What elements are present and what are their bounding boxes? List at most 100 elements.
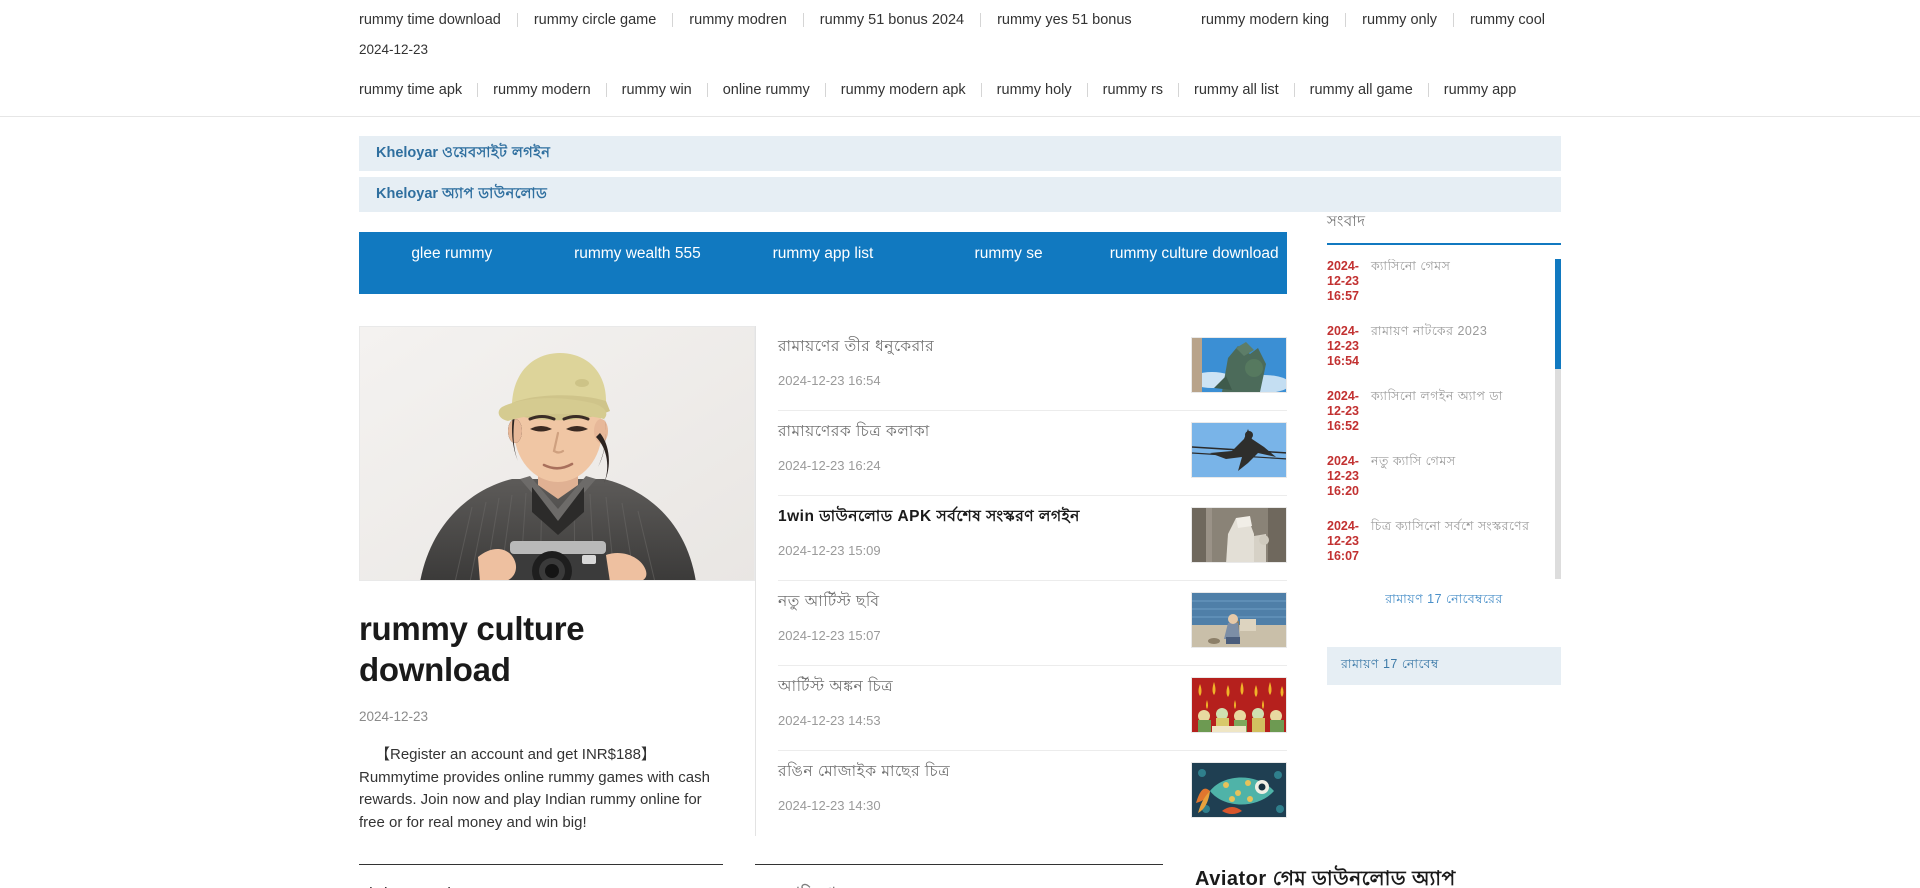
sidebar-news-item[interactable]: 2024- 12-23 16:07 চিত্র ক্যাসিনো সর্বশে … (1327, 519, 1547, 564)
date-line-3: 16:20 (1327, 484, 1359, 498)
body-columns: rummy culture download 2024-12-23 【Regis… (359, 326, 1287, 836)
date-line-1: 2024- (1327, 519, 1359, 533)
bottom-section-1: নতু ক্যাসি গেমস (755, 864, 1195, 888)
list-item-text: নতু আর্টিস্ট ছবি 2024-12-23 15:07 (778, 592, 1191, 643)
header-date: 2024-12-23 (359, 42, 429, 57)
sidebar-more-link[interactable]: রামায়ণ 17 নোবেম্বরের (1327, 591, 1561, 611)
sidebar-news-title: ক্যাসিনো লগইন অ্যাপ ডা (1371, 389, 1503, 403)
sidebar-news-item[interactable]: 2024- 12-23 16:20 নতু ক্যাসি গেমস (1327, 454, 1547, 499)
list-item-thumbnail (1191, 422, 1287, 478)
list-item[interactable]: নতু আর্টিস্ট ছবি 2024-12-23 15:07 (778, 581, 1287, 666)
date-line-2: 12-23 (1327, 469, 1359, 483)
date-line-1: 2024- (1327, 389, 1359, 403)
marble-statue-columns (1192, 508, 1286, 562)
featured-article-body: 【Register an account and get INR$188】 Ru… (359, 746, 710, 831)
list-item[interactable]: রঙিন মোজাইক মাছের চিত্র 2024-12-23 14:30 (778, 751, 1287, 836)
secondary-nav-item-9[interactable]: rummy app (1429, 82, 1532, 98)
list-item-title: রঙিন মোজাইক মাছের চিত্র (778, 763, 951, 780)
top-nav-left-group: rummy time download rummy circle game ru… (359, 12, 1148, 28)
list-item-text: আর্টিস্ট অঙ্কন চিত্র 2024-12-23 14:53 (778, 677, 1191, 728)
list-item[interactable]: রামায়ণের তীর ধনুকেরার 2024-12-23 16:54 (778, 326, 1287, 411)
sidebar-news-item[interactable]: 2024- 12-23 16:52 ক্যাসিনো লগইন অ্যাপ ডা (1327, 389, 1547, 434)
secondary-nav-item-6[interactable]: rummy rs (1088, 82, 1178, 98)
list-item-title: রামায়ণেরক চিত্র কলাকা (778, 423, 930, 440)
top-nav-item-2[interactable]: rummy modren (673, 12, 803, 28)
list-item[interactable]: 1win ডাউনলোড APK সর্বশেষ সংস্করণ লগইন 20… (778, 496, 1287, 581)
date-line-2: 12-23 (1327, 274, 1359, 288)
sidebar-scrollbar-track[interactable] (1555, 259, 1561, 579)
sidebar-scrollbar-thumb[interactable] (1555, 259, 1561, 369)
secondary-nav-item-2[interactable]: rummy win (607, 82, 707, 98)
list-item-thumbnail (1191, 507, 1287, 563)
secondary-nav: rummy time apk rummy modern rummy win on… (0, 79, 1920, 101)
secondary-nav-item-4[interactable]: rummy modern apk (826, 82, 981, 98)
top-nav-item-0[interactable]: rummy time download (359, 12, 517, 28)
sidebar-news-item[interactable]: 2024- 12-23 16:57 ক্যাসিনো গেমস (1327, 259, 1547, 304)
top-nav-right-item-2[interactable]: rummy cool (1454, 12, 1561, 28)
mosaic-fish (1192, 763, 1286, 817)
sidebar-news-item[interactable]: 2024- 12-23 16:54 রামায়ণ নাটকের 2023 (1327, 324, 1547, 369)
bottom-section-2: Aviator গেম ডাউনলোড অ্যাপ (1195, 864, 1529, 888)
top-nav-item-4[interactable]: rummy yes 51 bonus (981, 12, 1148, 28)
date-line-2: 12-23 (1327, 339, 1359, 353)
top-nav-item-1[interactable]: rummy circle game (518, 12, 672, 28)
date-line-2: 12-23 (1327, 404, 1359, 418)
date-line-3: 16:57 (1327, 289, 1359, 303)
secondary-nav-item-1[interactable]: rummy modern (478, 82, 606, 98)
main-grid: glee rummy rummy wealth 555 rummy app li… (359, 213, 1561, 836)
secondary-nav-item-5[interactable]: rummy holy (982, 82, 1087, 98)
painter-by-the-sea (1192, 593, 1286, 647)
top-nav-right-item-0[interactable]: rummy modern king (1185, 12, 1345, 28)
list-item-date: 2024-12-23 15:09 (778, 543, 881, 558)
tab-rummy-app-list[interactable]: rummy app list (730, 244, 916, 264)
top-nav-right-item-1[interactable]: rummy only (1346, 12, 1453, 28)
main-left-column: glee rummy rummy wealth 555 rummy app li… (359, 232, 1287, 836)
banner-kheloyar-website-login[interactable]: Kheloyar ওয়েবসাইট লগইন (359, 136, 1561, 171)
top-nav-item-3[interactable]: rummy 51 bonus 2024 (804, 12, 980, 28)
list-item-thumbnail (1191, 677, 1287, 733)
section-divider (755, 864, 1163, 865)
acrobat-sculpture-sky (1192, 423, 1286, 477)
top-header: rummy time download rummy circle game ru… (0, 0, 1920, 117)
featured-article: rummy culture download 2024-12-23 【Regis… (359, 326, 755, 836)
banner-kheloyar-app-download[interactable]: Kheloyar অ্যাপ ডাউনলোড (359, 177, 1561, 212)
list-item[interactable]: রামায়ণেরক চিত্র কলাকা 2024-12-23 16:24 (778, 411, 1287, 496)
red-folk-painting (1192, 678, 1286, 732)
article-list: রামায়ণের তীর ধনুকেরার 2024-12-23 16:54 (755, 326, 1287, 836)
sidebar-news-date: 2024- 12-23 16:07 (1327, 519, 1363, 564)
sidebar-news-date: 2024- 12-23 16:57 (1327, 259, 1363, 304)
sidebar-heading: সংবাদ (1327, 210, 1561, 245)
sidebar-news-scroll[interactable]: 2024- 12-23 16:57 ক্যাসিনো গেমস 2024- 12… (1327, 259, 1561, 579)
category-tab-bar: glee rummy rummy wealth 555 rummy app li… (359, 232, 1287, 294)
list-item[interactable]: আর্টিস্ট অঙ্কন চিত্র 2024-12-23 14:53 (778, 666, 1287, 751)
date-line-2: 12-23 (1327, 534, 1359, 548)
tab-rummy-culture-download[interactable]: rummy culture download (1101, 244, 1287, 264)
sidebar-news-title: ক্যাসিনো গেমস (1371, 259, 1451, 273)
secondary-nav-item-8[interactable]: rummy all game (1295, 82, 1428, 98)
sidebar-news-title: রামায়ণ নাটকের 2023 (1371, 324, 1488, 338)
date-line-3: 16:54 (1327, 354, 1359, 368)
bottom-section-0: রামায় 17 নোবেম্বর (359, 864, 755, 888)
sidebar-news-date: 2024- 12-23 16:54 (1327, 324, 1363, 369)
secondary-nav-item-3[interactable]: online rummy (708, 82, 825, 98)
date-line-1: 2024- (1327, 259, 1359, 273)
sidebar-promo-box[interactable]: রামায়ণ 17 নোবেম্ব (1327, 647, 1561, 685)
tab-glee-rummy[interactable]: glee rummy (359, 244, 545, 264)
tab-rummy-wealth-555[interactable]: rummy wealth 555 (545, 244, 731, 264)
list-item-thumbnail (1191, 337, 1287, 393)
list-item-date: 2024-12-23 14:30 (778, 798, 881, 813)
secondary-nav-item-7[interactable]: rummy all list (1179, 82, 1294, 98)
list-item-title: রামায়ণের তীর ধনুকেরার (778, 338, 935, 355)
right-sidebar: সংবাদ 2024- 12-23 16:57 ক্যাসিনো গেমস 20… (1327, 213, 1561, 685)
sidebar-news-title: চিত্র ক্যাসিনো সর্বশে সংস্করণের (1371, 519, 1530, 533)
bronze-statue-sky (1192, 338, 1286, 392)
list-item-title: 1win ডাউনলোড APK সর্বশেষ সংস্করণ লগইন (778, 508, 1080, 525)
top-nav: rummy time download rummy circle game ru… (0, 0, 1920, 28)
content-wrapper: Kheloyar ওয়েবসাইট লগইন Kheloyar অ্যাপ ড… (359, 117, 1561, 888)
sidebar-news-date: 2024- 12-23 16:52 (1327, 389, 1363, 434)
featured-article-image (359, 326, 755, 581)
list-item-text: রামায়ণেরক চিত্র কলাকা 2024-12-23 16:24 (778, 422, 1191, 473)
secondary-nav-item-0[interactable]: rummy time apk (359, 82, 477, 98)
list-item-title: আর্টিস্ট অঙ্কন চিত্র (778, 678, 894, 695)
tab-rummy-se[interactable]: rummy se (916, 244, 1102, 264)
